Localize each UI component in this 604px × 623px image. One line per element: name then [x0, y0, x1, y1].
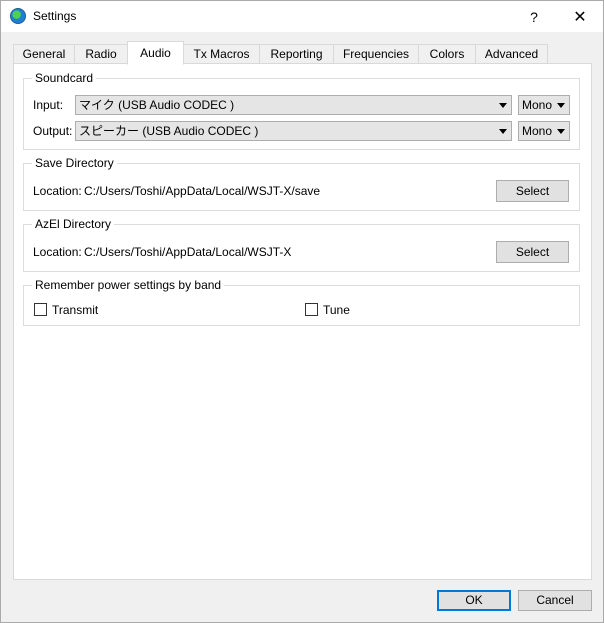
input-channel-select[interactable]: Mono: [518, 95, 570, 115]
chevron-down-icon: [499, 129, 507, 134]
group-title: Remember power settings by band: [32, 278, 225, 292]
save-directory-path: C:/Users/Toshi/AppData/Local/WSJT-X/save: [84, 184, 321, 198]
group-title: Save Directory: [32, 156, 117, 170]
tab-reporting[interactable]: Reporting: [259, 44, 334, 64]
tab-general[interactable]: General: [13, 44, 75, 64]
save-location-label: Location:: [33, 184, 82, 198]
input-device-value: マイク (USB Audio CODEC ): [79, 98, 235, 112]
tab-advanced[interactable]: Advanced: [475, 44, 548, 64]
input-label: Input:: [33, 98, 64, 112]
save-directory-select-button[interactable]: Select: [496, 180, 569, 202]
transmit-checkbox[interactable]: [34, 303, 47, 316]
azel-directory-path: C:/Users/Toshi/AppData/Local/WSJT-X: [84, 245, 292, 259]
chevron-down-icon: [499, 103, 507, 108]
tab-frequencies[interactable]: Frequencies: [333, 44, 419, 64]
tune-checkbox[interactable]: [305, 303, 318, 316]
output-device-select[interactable]: スピーカー (USB Audio CODEC ): [75, 121, 512, 141]
help-button[interactable]: ?: [511, 1, 557, 32]
tab-radio[interactable]: Radio: [74, 44, 128, 64]
window-title: Settings: [33, 9, 77, 23]
tab-tx-macros[interactable]: Tx Macros: [183, 44, 260, 64]
input-channel-value: Mono: [522, 98, 553, 112]
group-title: AzEl Directory: [32, 217, 115, 231]
close-button[interactable]: ✕: [557, 1, 603, 32]
soundcard-group: Soundcard Input: マイク (USB Audio CODEC ) …: [23, 71, 580, 150]
tab-colors[interactable]: Colors: [418, 44, 476, 64]
azel-location-label: Location:: [33, 245, 82, 259]
chevron-down-icon: [557, 129, 565, 134]
output-channel-value: Mono: [522, 124, 553, 138]
settings-dialog: Settings ? ✕ General Radio Audio Tx Macr…: [0, 0, 604, 623]
power-settings-group: Remember power settings by band Transmit…: [23, 278, 580, 326]
azel-directory-select-button[interactable]: Select: [496, 241, 569, 263]
globe-icon: [10, 8, 26, 24]
output-channel-select[interactable]: Mono: [518, 121, 570, 141]
save-directory-group: Save Directory Location: C:/Users/Toshi/…: [23, 156, 580, 211]
azel-directory-group: AzEl Directory Location: C:/Users/Toshi/…: [23, 217, 580, 272]
tab-audio[interactable]: Audio: [127, 41, 184, 65]
title-bar: Settings ? ✕: [1, 1, 603, 32]
cancel-button[interactable]: Cancel: [518, 590, 592, 611]
ok-button[interactable]: OK: [437, 590, 511, 611]
transmit-label[interactable]: Transmit: [52, 303, 98, 317]
chevron-down-icon: [557, 103, 565, 108]
tune-label[interactable]: Tune: [323, 303, 350, 317]
output-label: Output:: [33, 124, 73, 138]
input-device-select[interactable]: マイク (USB Audio CODEC ): [75, 95, 512, 115]
output-device-value: スピーカー (USB Audio CODEC ): [79, 124, 259, 138]
group-title: Soundcard: [32, 71, 97, 85]
